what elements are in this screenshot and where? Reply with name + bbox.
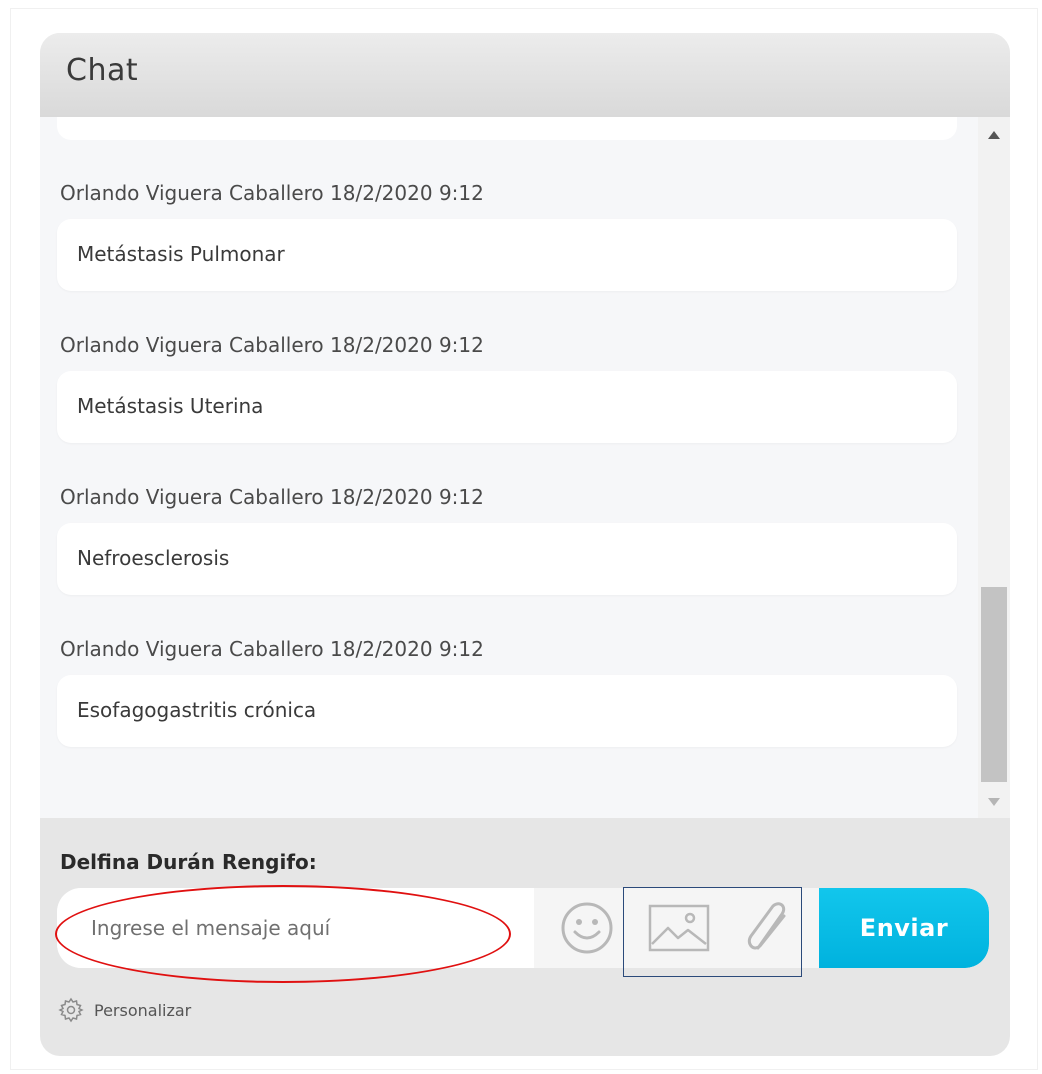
- message-author: Orlando Viguera Caballero: [60, 333, 324, 357]
- previous-message-bubble: [57, 117, 957, 140]
- message-timestamp: 18/2/2020 9:12: [330, 485, 484, 509]
- message-timestamp: 18/2/2020 9:12: [330, 181, 484, 205]
- attachment-icon: [747, 902, 786, 950]
- send-button[interactable]: Enviar: [819, 888, 989, 968]
- message-meta: Orlando Viguera Caballero 18/2/2020 9:12: [60, 485, 484, 509]
- image-button[interactable]: [639, 888, 719, 968]
- attachment-button[interactable]: [719, 888, 819, 968]
- message-text: Metástasis Uterina: [77, 394, 264, 418]
- message-input[interactable]: [57, 888, 534, 968]
- emoji-button[interactable]: [534, 888, 639, 968]
- personalize-label: Personalizar: [94, 1000, 192, 1020]
- messages-area[interactable]: Orlando Viguera Caballero 18/2/2020 9:12…: [40, 117, 978, 818]
- message-meta: Orlando Viguera Caballero 18/2/2020 9:12: [60, 181, 484, 205]
- scroll-down-arrow-icon[interactable]: [988, 798, 1000, 806]
- chat-panel: Chat Orlando Viguera Caballero 18/2/2020…: [40, 33, 1010, 1056]
- composer-row: Enviar: [57, 888, 989, 968]
- message-meta: Orlando Viguera Caballero 18/2/2020 9:12: [60, 637, 484, 661]
- message-text: Metástasis Pulmonar: [77, 242, 285, 266]
- messages-scrollbar[interactable]: [978, 117, 1010, 818]
- message-timestamp: 18/2/2020 9:12: [330, 637, 484, 661]
- image-icon: [648, 904, 710, 952]
- composer-user-label: Delfina Durán Rengifo:: [60, 850, 317, 874]
- gear-icon: [58, 997, 84, 1023]
- chat-title: Chat: [66, 53, 139, 88]
- message-bubble: Metástasis Pulmonar: [57, 219, 957, 291]
- personalize-link[interactable]: Personalizar: [58, 997, 191, 1023]
- message-author: Orlando Viguera Caballero: [60, 637, 324, 661]
- message-bubble: Nefroesclerosis: [57, 523, 957, 595]
- message-author: Orlando Viguera Caballero: [60, 485, 324, 509]
- scroll-up-arrow-icon[interactable]: [988, 131, 1000, 139]
- message-meta: Orlando Viguera Caballero 18/2/2020 9:12: [60, 333, 484, 357]
- message-bubble: Esofagogastritis crónica: [57, 675, 957, 747]
- message-bubble: Metástasis Uterina: [57, 371, 957, 443]
- emoji-icon: [561, 902, 612, 954]
- message-timestamp: 18/2/2020 9:12: [330, 333, 484, 357]
- message-text: Esofagogastritis crónica: [77, 698, 317, 722]
- scroll-thumb[interactable]: [981, 587, 1007, 782]
- message-text: Nefroesclerosis: [77, 546, 230, 570]
- chat-header: Chat: [40, 33, 1010, 117]
- message-author: Orlando Viguera Caballero: [60, 181, 324, 205]
